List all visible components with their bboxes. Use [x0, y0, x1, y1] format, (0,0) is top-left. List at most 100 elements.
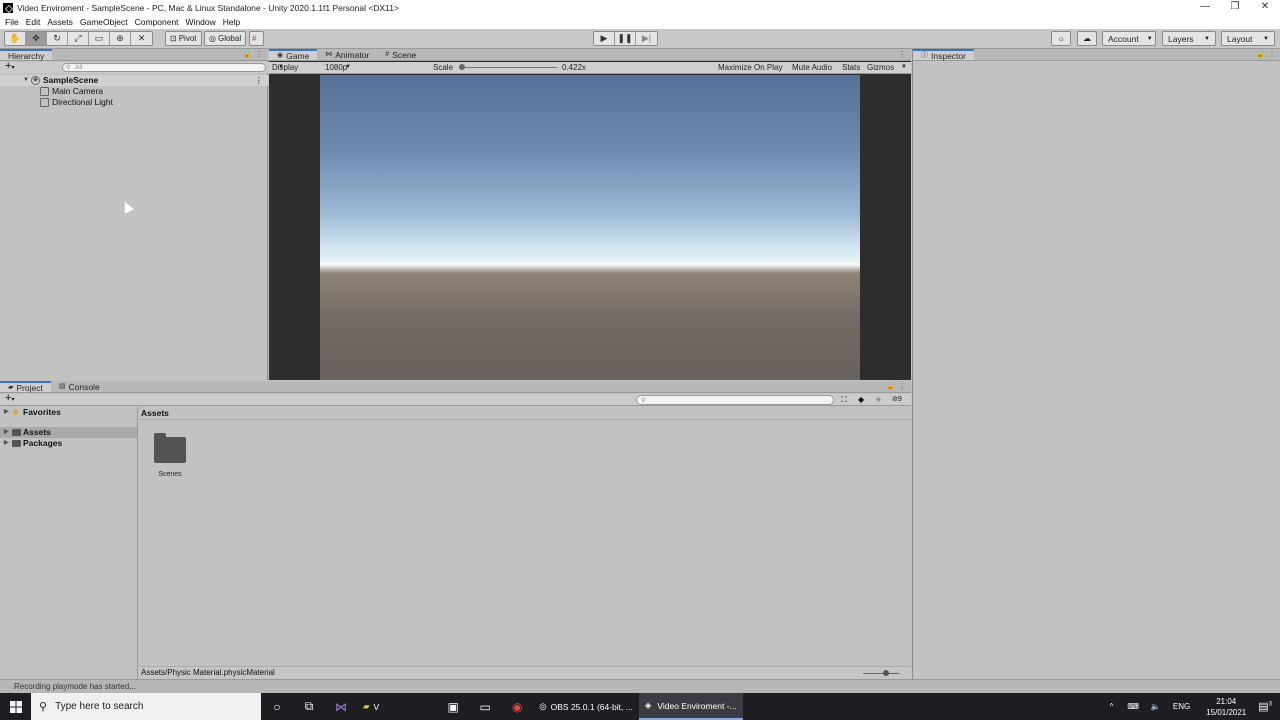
- add-icon[interactable]: +▾: [5, 60, 14, 72]
- mouse-cursor-icon: [120, 199, 134, 214]
- expand-arrow-icon[interactable]: ▶: [4, 407, 9, 418]
- menu-assets[interactable]: Assets: [47, 17, 73, 27]
- chrome-icon[interactable]: ◉: [501, 693, 533, 720]
- app-icon[interactable]: ▣: [437, 693, 469, 720]
- tab-inspector[interactable]: ⓘ Inspector: [913, 49, 974, 61]
- tab-animator[interactable]: ⋈ Animator: [317, 49, 377, 60]
- expand-arrow-icon[interactable]: ▶: [4, 427, 9, 438]
- tab-game[interactable]: ◉ Game: [269, 49, 318, 61]
- maximize-button[interactable]: ❐: [1220, 0, 1250, 15]
- asset-folder-item[interactable]: Scenes: [153, 433, 187, 478]
- taskbar-app-obs[interactable]: ◎ OBS 25.0.1 (64-bit, ...: [533, 693, 639, 720]
- lock-icon[interactable]: 🔒: [243, 49, 252, 61]
- taskbar-search-input[interactable]: ⚲ Type here to search: [31, 693, 261, 720]
- icon-size-slider[interactable]: [863, 673, 899, 674]
- menu-bar: File Edit Assets GameObject Component Wi…: [0, 15, 1280, 29]
- label-icon[interactable]: ◆: [858, 394, 864, 405]
- minimize-button[interactable]: —: [1190, 0, 1220, 15]
- account-dropdown[interactable]: Account ▼: [1102, 31, 1156, 46]
- task-view-icon[interactable]: ⧉: [293, 693, 325, 720]
- main-toolbar: ✋ ✥ ↻ ⤢ ▭ ⊕ ✕ ⊡ Pivot ◎ Global # ▶ ❚❚ ▶|…: [0, 29, 1280, 49]
- tree-item-favorites[interactable]: ▶ ★ Favorites: [0, 407, 137, 418]
- tree-item-assets[interactable]: ▶ Assets: [0, 427, 137, 438]
- filter-type-icon[interactable]: ⛶: [841, 394, 847, 405]
- play-icon[interactable]: ▶: [594, 32, 615, 45]
- global-toggle[interactable]: ◎ Global: [204, 31, 247, 46]
- mute-audio-toggle[interactable]: Mute Audio: [792, 62, 832, 73]
- menu-file[interactable]: File: [5, 17, 19, 27]
- stats-toggle[interactable]: Stats: [842, 62, 860, 73]
- menu-window[interactable]: Window: [186, 17, 216, 27]
- rotate-icon[interactable]: ↻: [47, 32, 68, 45]
- project-search-input[interactable]: ⚲: [636, 395, 834, 405]
- collab-icon[interactable]: ☼: [1051, 31, 1071, 46]
- scale-icon[interactable]: ⤢: [68, 32, 89, 45]
- scene-row[interactable]: ▼ ◈ SampleScene ⋮: [0, 75, 268, 86]
- speaker-icon[interactable]: 🔈: [1151, 702, 1161, 711]
- chevron-up-icon[interactable]: ^: [1110, 702, 1114, 711]
- tab-console[interactable]: ▤ Console: [51, 381, 108, 392]
- menu-edit[interactable]: Edit: [26, 17, 41, 27]
- layout-label: Layout: [1227, 33, 1253, 44]
- chevron-down-icon: ▼: [345, 64, 351, 70]
- expand-arrow-icon[interactable]: ▼: [23, 75, 29, 86]
- windows-start-icon[interactable]: [0, 693, 31, 720]
- menu-component[interactable]: Component: [135, 17, 179, 27]
- expand-arrow-icon[interactable]: ▶: [4, 438, 9, 449]
- lock-icon[interactable]: 🔒: [1256, 49, 1265, 61]
- hierarchy-item[interactable]: Directional Light: [0, 97, 268, 108]
- transform-icon[interactable]: ⊕: [110, 32, 131, 45]
- move-icon[interactable]: ✥: [26, 32, 47, 45]
- kebab-menu-icon[interactable]: ⋮: [255, 75, 264, 86]
- rect-icon[interactable]: ▭: [89, 32, 110, 45]
- icon-size-slider-thumb[interactable]: [883, 670, 889, 676]
- layers-dropdown[interactable]: Layers ▼: [1162, 31, 1216, 46]
- grid-snap-icon[interactable]: #: [249, 31, 264, 46]
- layout-dropdown[interactable]: Layout ▼: [1221, 31, 1275, 46]
- language-indicator[interactable]: ENG: [1173, 702, 1190, 711]
- global-icon: ◎: [209, 34, 216, 43]
- star-icon[interactable]: ★: [875, 394, 882, 405]
- step-icon[interactable]: ▶|: [636, 32, 657, 45]
- taskbar-app-unity[interactable]: ◈ Video Enviroment -...: [638, 693, 743, 720]
- hierarchy-search-input[interactable]: ⚲ All: [62, 63, 266, 72]
- clock[interactable]: 21:04 15/01/2021: [1206, 696, 1246, 718]
- maximize-on-play-toggle[interactable]: Maximize On Play: [718, 62, 782, 73]
- kebab-menu-icon[interactable]: ⋮: [898, 49, 906, 61]
- taskbar-app-explorer[interactable]: ▰ V: [357, 693, 385, 720]
- notifications-icon[interactable]: ▤3: [1258, 700, 1272, 713]
- scale-slider[interactable]: [461, 67, 557, 68]
- tree-item-packages[interactable]: ▶ Packages: [0, 438, 137, 449]
- visual-studio-icon[interactable]: ⋈: [325, 693, 357, 720]
- hand-icon[interactable]: ✋: [5, 32, 26, 45]
- kebab-menu-icon[interactable]: ⋮: [1268, 49, 1276, 61]
- pivot-toggle[interactable]: ⊡ Pivot: [165, 31, 202, 46]
- tab-hierarchy[interactable]: Hierarchy: [0, 49, 53, 61]
- keyboard-icon[interactable]: ⌨: [1127, 702, 1139, 711]
- menu-help[interactable]: Help: [223, 17, 240, 27]
- chevron-down-icon[interactable]: ▼: [901, 62, 907, 73]
- cloud-icon[interactable]: ☁: [1077, 31, 1097, 46]
- hierarchy-item[interactable]: Main Camera: [0, 86, 268, 97]
- scale-slider-thumb[interactable]: [459, 64, 465, 70]
- tab-project[interactable]: ▰ Project: [0, 381, 51, 393]
- hidden-packages-toggle[interactable]: ⊘9: [892, 394, 902, 405]
- kebab-menu-icon[interactable]: ⋮: [255, 49, 263, 61]
- search-placeholder: All: [75, 64, 83, 71]
- gizmos-toggle[interactable]: Gizmos: [867, 62, 894, 73]
- add-icon[interactable]: +▾: [5, 392, 14, 404]
- status-bar: Recording playmode has started...: [0, 679, 1280, 693]
- game-viewport[interactable]: [320, 75, 860, 380]
- menu-gameobject[interactable]: GameObject: [80, 17, 128, 27]
- hierarchy-item-label: Main Camera: [52, 86, 104, 96]
- custom-tool-icon[interactable]: ✕: [131, 32, 152, 45]
- tab-scene[interactable]: # Scene: [377, 49, 424, 60]
- close-button[interactable]: ✕: [1250, 0, 1280, 15]
- lock-icon[interactable]: 🔒: [886, 381, 895, 393]
- cortana-icon[interactable]: ○: [261, 693, 293, 720]
- pause-icon[interactable]: ❚❚: [615, 32, 636, 45]
- terminal-icon[interactable]: ▭: [469, 693, 501, 720]
- project-content: Assets Scenes Assets/Physic Material.phy…: [139, 407, 911, 679]
- breadcrumb[interactable]: Assets: [139, 407, 911, 420]
- kebab-menu-icon[interactable]: ⋮: [898, 381, 906, 393]
